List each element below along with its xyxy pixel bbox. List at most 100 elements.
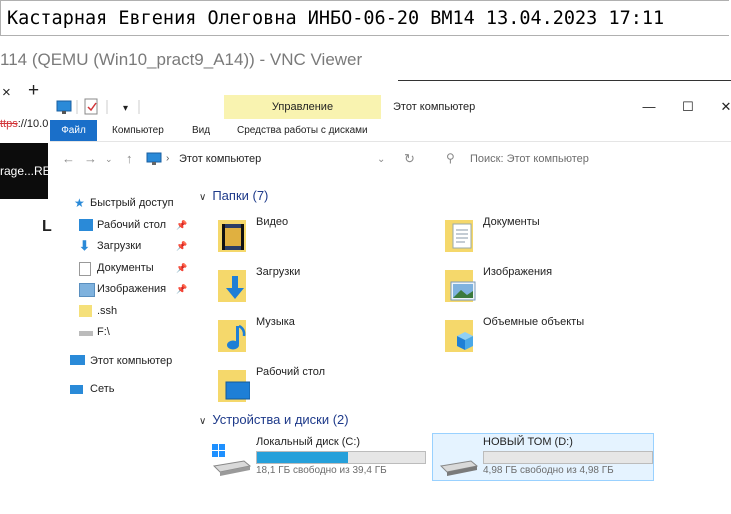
section-title: Папки (7) [212, 188, 269, 203]
svg-text:▾: ▾ [123, 103, 128, 114]
properties-icon [84, 98, 98, 115]
nav-item-f-drive[interactable]: F:\ [79, 322, 110, 342]
folder-label: Изображения [483, 266, 553, 278]
nav-label: Изображения [97, 283, 167, 295]
up-arrow-icon[interactable]: ↑ [126, 151, 133, 166]
tab-computer[interactable]: Компьютер [112, 120, 164, 141]
tab-view[interactable]: Вид [192, 120, 210, 141]
dropdown-chevron-icon[interactable]: ⌄ [377, 154, 385, 165]
nav-network[interactable]: Сеть [70, 379, 114, 399]
breadcrumb-chevron-icon: › [166, 153, 170, 164]
pin-icon[interactable]: 📌 [176, 220, 187, 231]
qat-icons: ▾ [56, 98, 140, 115]
chevron-down-icon: ∨ [199, 416, 207, 427]
address-bar[interactable]: Этот компьютер [179, 149, 509, 169]
ribbon-tabs: Файл Компьютер Вид Средства работы с дис… [50, 120, 731, 142]
new-tab-button[interactable]: + [28, 80, 39, 102]
nav-label: Сеть [90, 383, 115, 395]
nav-label: Рабочий стол [97, 219, 167, 231]
desktop-icon [79, 219, 93, 231]
drive-icon [79, 331, 93, 336]
computer-icon [146, 152, 162, 165]
tab-close-button[interactable]: × [2, 84, 11, 101]
devices-section-header[interactable]: ∨ Устройства и диски (2) [199, 412, 349, 427]
watermark-banner: Кастарная Евгения Олеговна ИНБО-06-20 ВМ… [0, 0, 729, 36]
folder-documents[interactable]: Документы [443, 216, 653, 260]
window-title: Этот компьютер [393, 101, 476, 113]
quick-access-toolbar: ▾ [55, 96, 145, 118]
nav-item-desktop[interactable]: Рабочий стол [79, 215, 166, 235]
nav-item-pictures[interactable]: Изображения [79, 279, 166, 299]
nav-item-ssh[interactable]: .ssh [79, 301, 117, 321]
3d-objects-folder-icon [445, 320, 473, 352]
documents-folder-icon [445, 220, 473, 252]
drive-usage-bar [256, 451, 426, 464]
nav-label: Загрузки [97, 240, 142, 252]
drive-usage-bar [483, 451, 653, 464]
forward-arrow-icon[interactable]: → [84, 151, 97, 166]
nav-label: Документы [97, 262, 154, 274]
drive-name: НОВЫЙ ТОМ (D:) [483, 436, 573, 448]
folder-label: Видео [256, 216, 289, 228]
download-arrow-icon: ⬇ [79, 238, 90, 253]
nav-label: Этот компьютер [90, 355, 173, 367]
vnc-window-title: 114 (QEMU (Win10_pract9_A14)) - VNC View… [0, 50, 363, 69]
folder-downloads[interactable]: Загрузки [216, 266, 426, 310]
network-icon [70, 385, 83, 394]
dark-panel: rage...RE [0, 143, 48, 199]
pin-icon[interactable]: 📌 [176, 284, 187, 295]
url-rest: ://10.0 [17, 118, 49, 130]
downloads-folder-icon [218, 270, 246, 302]
url-scheme: ttps [0, 118, 18, 130]
chevron-down-icon: ∨ [199, 192, 207, 203]
browser-url-fragment[interactable]: ttps://10.0 [0, 118, 48, 130]
folder-label: Рабочий стол [256, 366, 326, 378]
nav-item-downloads[interactable]: ⬇ Загрузки [79, 236, 141, 256]
folder-label: Документы [483, 216, 540, 228]
computer-icon [56, 100, 72, 112]
back-arrow-icon[interactable]: ← [62, 151, 75, 166]
folder-label: Загрузки [256, 266, 301, 278]
desktop-folder-icon [218, 370, 250, 402]
divider [398, 80, 731, 81]
document-icon [79, 262, 91, 276]
folders-section-header[interactable]: ∨ Папки (7) [199, 188, 268, 203]
folder-3d-objects[interactable]: Объемные объекты [443, 316, 653, 360]
star-icon: ★ [74, 196, 85, 210]
close-button[interactable]: ✕ [711, 95, 731, 119]
pin-icon[interactable]: 📌 [176, 241, 187, 252]
refresh-icon[interactable]: ↻ [404, 151, 415, 167]
folder-videos[interactable]: Видео [216, 216, 426, 260]
drive-name: Локальный диск (C:) [256, 436, 361, 448]
minimize-button[interactable]: — [634, 95, 664, 119]
nav-quick-access[interactable]: ★ Быстрый доступ [74, 193, 174, 213]
windows-drive-icon [212, 444, 252, 476]
tab-drive-tools[interactable]: Средства работы с дисками [237, 120, 368, 141]
picture-icon [79, 283, 95, 297]
drive-icon [439, 460, 479, 476]
pin-icon[interactable]: 📌 [176, 263, 187, 274]
folder-desktop[interactable]: Рабочий стол [216, 366, 426, 410]
chevron-down-icon[interactable]: ⌄ [105, 154, 113, 165]
pictures-folder-icon [445, 270, 476, 302]
folder-music[interactable]: Музыка [216, 316, 426, 360]
search-icon: ⚲ [446, 151, 455, 165]
nav-item-documents[interactable]: Документы [79, 258, 154, 278]
folder-label: Объемные объекты [483, 316, 585, 328]
nav-label: .ssh [97, 305, 118, 317]
computer-icon [70, 355, 85, 365]
context-tab-manage[interactable]: Управление [224, 95, 381, 119]
tab-file[interactable]: Файл [50, 120, 97, 141]
music-folder-icon [218, 320, 246, 352]
nav-this-pc[interactable]: Этот компьютер [70, 351, 172, 371]
drive-usage-fill [257, 452, 348, 463]
maximize-button[interactable]: ☐ [673, 95, 703, 119]
nav-label: Быстрый доступ [90, 197, 174, 209]
drive-free-space: 4,98 ГБ свободно из 4,98 ГБ [483, 465, 614, 476]
folder-icon [79, 305, 92, 317]
drive-c[interactable]: Локальный диск (C:) 18,1 ГБ свободно из … [210, 436, 432, 482]
folder-pictures[interactable]: Изображения [443, 266, 653, 310]
folder-label: Музыка [256, 316, 295, 328]
drive-d[interactable]: НОВЫЙ ТОМ (D:) 4,98 ГБ свободно из 4,98 … [437, 436, 659, 482]
search-input[interactable]: Поиск: Этот компьютер [470, 149, 731, 169]
